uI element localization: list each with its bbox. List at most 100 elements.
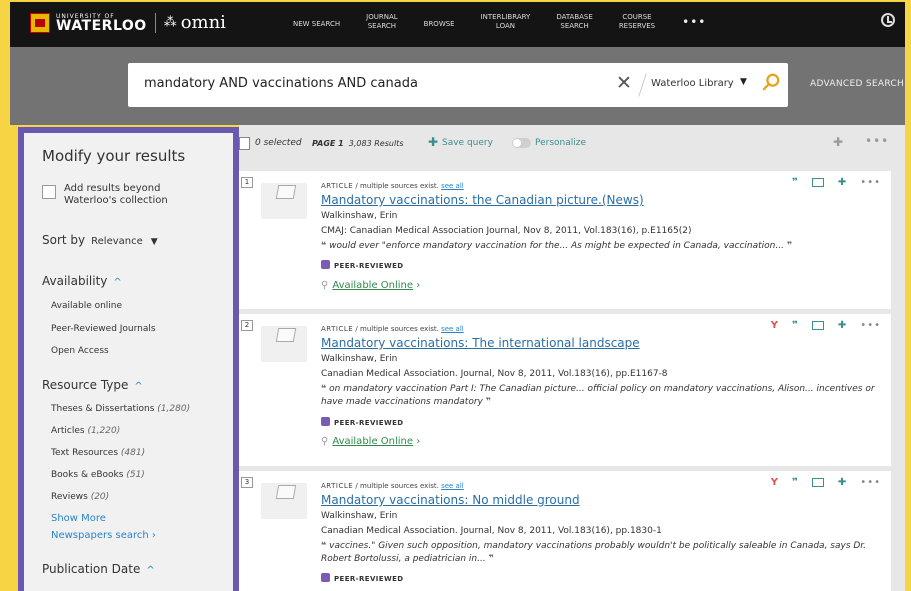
sort-control[interactable]: Sort by Relevance ▼ bbox=[42, 233, 158, 247]
type-note: / multiple sources exist. bbox=[353, 325, 439, 333]
link-icon: ⚲ bbox=[321, 280, 329, 291]
quote-open-icon: ❝ bbox=[321, 384, 327, 394]
advanced-search-link[interactable]: ADVANCED SEARCH bbox=[810, 79, 904, 89]
chevron-right-icon: › bbox=[151, 530, 156, 541]
cite-icon[interactable]: ❞ bbox=[792, 177, 798, 188]
result-item: 2 ARTICLE / multiple sources exist. see … bbox=[239, 314, 891, 466]
omni-icon: ⁂ bbox=[163, 15, 177, 30]
result-number: 3 bbox=[241, 477, 253, 488]
scope-caret-icon[interactable]: ▼ bbox=[740, 77, 747, 87]
see-all-link[interactable]: see all bbox=[441, 325, 464, 333]
availability-label: Available Online bbox=[332, 436, 414, 447]
chevron-right-icon: › bbox=[416, 436, 421, 447]
pin-icon[interactable]: ✚ bbox=[838, 177, 846, 188]
selected-count: 0 selected bbox=[255, 138, 302, 148]
result-source: Canadian Medical Association. Journal, N… bbox=[321, 526, 662, 536]
altmetric-icon[interactable]: Y bbox=[771, 320, 778, 331]
more-icon[interactable]: ••• bbox=[860, 320, 881, 331]
add-results-label[interactable]: Add results beyond Waterloo's collection bbox=[64, 183, 214, 207]
result-actions: ❞ ✚ ••• bbox=[778, 177, 881, 188]
search-input[interactable]: mandatory AND vaccinations AND canada bbox=[144, 76, 418, 91]
add-results-checkbox[interactable] bbox=[42, 185, 56, 199]
nav-label: BROWSE bbox=[423, 19, 455, 28]
email-icon[interactable] bbox=[811, 178, 824, 187]
sort-value[interactable]: Relevance bbox=[91, 236, 143, 247]
result-title[interactable]: Mandatory vaccinations: The internationa… bbox=[321, 336, 640, 350]
facet-heading-label: Availability bbox=[42, 274, 108, 288]
result-author[interactable]: Walkinshaw, Erin bbox=[321, 354, 397, 364]
peer-reviewed-badge: PEER-REVIEWED bbox=[321, 573, 403, 583]
availability-heading[interactable]: Availability ^ bbox=[42, 274, 122, 288]
nav-course-reserves[interactable]: COURSE RESERVES bbox=[606, 13, 668, 31]
result-author[interactable]: Walkinshaw, Erin bbox=[321, 211, 397, 221]
facet-reviews[interactable]: Reviews (20) bbox=[51, 492, 109, 502]
result-source: Canadian Medical Association. Journal, N… bbox=[321, 369, 668, 379]
result-item: 1 ARTICLE / multiple sources exist. see … bbox=[239, 171, 891, 309]
result-title[interactable]: Mandatory vaccinations: No middle ground bbox=[321, 493, 580, 507]
see-all-link[interactable]: see all bbox=[441, 182, 464, 190]
facet-articles[interactable]: Articles (1,220) bbox=[51, 426, 120, 436]
select-all-checkbox[interactable] bbox=[239, 137, 250, 150]
result-title[interactable]: Mandatory vaccinations: the Canadian pic… bbox=[321, 193, 644, 207]
nav-label: RESERVES bbox=[618, 22, 656, 30]
facet-available-online[interactable]: Available online bbox=[51, 301, 122, 311]
available-online-link[interactable]: ⚲ Available Online › bbox=[321, 436, 420, 447]
nav-interlibrary-loan[interactable]: INTERLIBRARY LOAN bbox=[468, 13, 544, 31]
facet-count: (20) bbox=[90, 492, 110, 502]
publication-date-heading[interactable]: Publication Date ^ bbox=[42, 562, 155, 576]
sort-caret-icon[interactable]: ▼ bbox=[151, 237, 158, 247]
facet-theses[interactable]: Theses & Dissertations (1,280) bbox=[51, 404, 190, 414]
pin-icon[interactable]: ✚ bbox=[838, 477, 846, 488]
personalize-toggle[interactable] bbox=[512, 138, 531, 148]
facet-open-access[interactable]: Open Access bbox=[51, 346, 109, 356]
history-icon[interactable] bbox=[881, 13, 895, 27]
nav-new-search[interactable]: NEW SEARCH bbox=[280, 16, 353, 29]
cite-icon[interactable]: ❞ bbox=[792, 320, 798, 331]
cite-icon[interactable]: ❞ bbox=[792, 477, 798, 488]
peer-reviewed-icon bbox=[321, 573, 330, 582]
pin-icon[interactable]: ✚ bbox=[428, 135, 438, 149]
article-icon bbox=[275, 485, 297, 499]
nav-database-search[interactable]: DATABASE SEARCH bbox=[543, 13, 606, 31]
page-label: PAGE 1 bbox=[312, 139, 344, 148]
toolbar-more-icon[interactable]: ••• bbox=[865, 134, 889, 148]
newspapers-search-link[interactable]: Newspapers search › bbox=[51, 530, 156, 541]
snippet-text: on mandatory vaccination Part I: The Can… bbox=[321, 384, 875, 407]
search-box[interactable]: mandatory AND vaccinations AND canada ✕ … bbox=[128, 63, 788, 107]
email-icon[interactable] bbox=[811, 321, 824, 330]
sidebar-title: Modify your results bbox=[42, 147, 186, 165]
show-more-link[interactable]: Show More bbox=[51, 513, 106, 524]
available-online-link[interactable]: ⚲ Available Online › bbox=[321, 280, 420, 291]
facet-text-resources[interactable]: Text Resources (481) bbox=[51, 448, 145, 458]
nav-browse[interactable]: BROWSE bbox=[411, 16, 468, 29]
personalize-label[interactable]: Personalize bbox=[535, 138, 586, 148]
result-author[interactable]: Walkinshaw, Erin bbox=[321, 511, 397, 521]
altmetric-icon[interactable]: Y bbox=[771, 477, 778, 488]
nav-journal-search[interactable]: JOURNAL SEARCH bbox=[353, 13, 411, 31]
save-query-button[interactable]: Save query bbox=[442, 138, 493, 148]
facet-heading-label: Publication Date bbox=[42, 562, 141, 576]
chevron-up-icon[interactable]: ^ bbox=[134, 381, 142, 392]
type-kind: ARTICLE bbox=[321, 325, 354, 333]
pinned-items-icon[interactable]: ✚ bbox=[833, 135, 843, 149]
logo[interactable]: UNIVERSITY OF WATERLOO ⁂ omni bbox=[30, 12, 226, 33]
type-kind: ARTICLE bbox=[321, 182, 354, 190]
see-all-link[interactable]: see all bbox=[441, 482, 464, 490]
scope-select[interactable]: Waterloo Library bbox=[651, 78, 734, 89]
facet-peer-reviewed[interactable]: Peer-Reviewed Journals bbox=[51, 324, 156, 334]
nav-more-icon[interactable]: ••• bbox=[668, 15, 706, 29]
email-icon[interactable] bbox=[811, 478, 824, 487]
clear-icon[interactable]: ✕ bbox=[616, 72, 632, 94]
article-icon bbox=[275, 185, 297, 199]
chevron-up-icon[interactable]: ^ bbox=[146, 565, 154, 576]
more-icon[interactable]: ••• bbox=[860, 177, 881, 188]
facet-books[interactable]: Books & eBooks (51) bbox=[51, 470, 145, 480]
more-icon[interactable]: ••• bbox=[860, 477, 881, 488]
uw-big-text: WATERLOO bbox=[56, 17, 147, 34]
resource-type-heading[interactable]: Resource Type ^ bbox=[42, 378, 143, 392]
search-icon[interactable] bbox=[762, 73, 780, 91]
chevron-up-icon[interactable]: ^ bbox=[113, 277, 121, 288]
pin-icon[interactable]: ✚ bbox=[838, 320, 846, 331]
filter-sidebar: Modify your results Add results beyond W… bbox=[18, 127, 239, 591]
quote-close-icon: ❞ bbox=[485, 397, 492, 407]
